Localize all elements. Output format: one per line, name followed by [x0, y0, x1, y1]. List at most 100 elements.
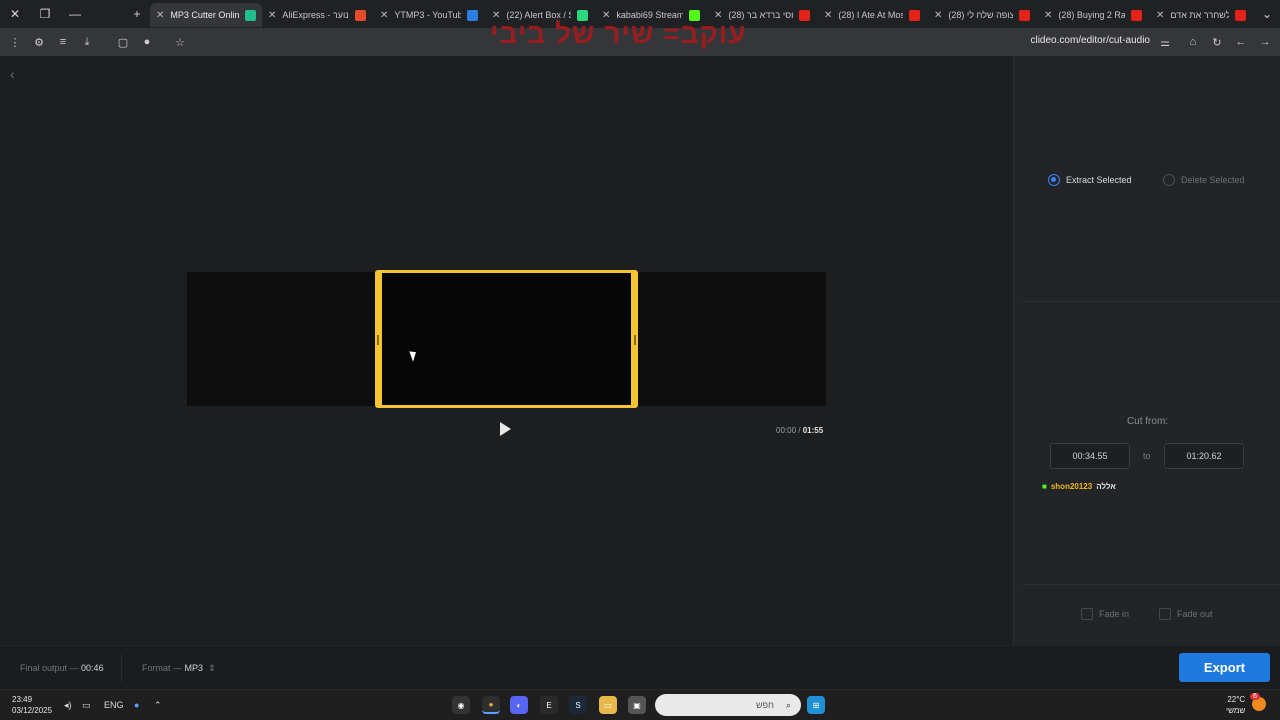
download-icon[interactable]: ⤓ [78, 33, 96, 51]
new-tab-icon[interactable]: + [122, 0, 152, 28]
start-time-input[interactable]: 00:34.55 [1050, 443, 1130, 469]
browser-tab[interactable]: ✕ (28) צופה שלח לי [928, 3, 1036, 27]
export-button[interactable]: Export [1179, 653, 1270, 682]
cut-from-label: Cut from: [1126, 416, 1169, 427]
back-chevron-icon[interactable]: ‹ [10, 66, 15, 82]
file-explorer-app-icon[interactable]: ▭ [599, 696, 617, 714]
extension-icon[interactable]: ⚙ [30, 33, 48, 51]
panel-divider [1022, 301, 1280, 302]
browser-tab[interactable]: ✕ MP3 Cutter Online [150, 3, 262, 27]
steam-app-icon[interactable]: S [569, 696, 587, 714]
extensions-puzzle-icon[interactable]: ▢ [114, 33, 132, 51]
media-control-icon[interactable]: ≡ [54, 33, 72, 51]
restore-window-icon[interactable]: ❐ [30, 0, 60, 28]
format-value[interactable]: MP3 [185, 663, 204, 673]
tab-favicon-icon [1019, 9, 1030, 21]
tab-favicon-icon [245, 9, 256, 21]
close-tab-icon[interactable]: ✕ [934, 10, 942, 21]
tab-title: (28) Buying 2 Ran [1058, 10, 1125, 20]
time-separator: / [798, 426, 801, 435]
close-window-icon[interactable]: ✕ [0, 0, 30, 28]
language-indicator[interactable]: ENG [104, 700, 124, 710]
tray-chevron-icon[interactable]: ⌃ [154, 700, 162, 711]
tab-favicon-icon [1131, 9, 1142, 21]
tab-list-chevron-icon[interactable]: ⌄ [1252, 0, 1280, 28]
output-bar: Final output — 00:46 Format — MP3 ⇕ Expo… [0, 645, 1280, 689]
editor-canvas: ‹ 00:00 / 01:55 [0, 56, 1013, 645]
speaker-icon[interactable]: ◂) [64, 700, 72, 711]
close-tab-icon[interactable]: ✕ [156, 10, 164, 21]
chrome-app-icon[interactable]: ● [482, 696, 500, 714]
minimize-window-icon[interactable]: — [60, 0, 90, 28]
discord-app-icon[interactable]: ◐ [510, 696, 528, 714]
chat-message: אללה [1096, 482, 1116, 491]
browser-tab[interactable]: ✕ AliExpress - ונוער [262, 3, 372, 27]
menu-kebab-icon[interactable]: ⋮ [6, 33, 24, 51]
close-tab-icon[interactable]: ✕ [380, 10, 388, 21]
start-windows-icon[interactable]: ⊞ [807, 696, 825, 714]
fade-out-checkbox[interactable] [1159, 608, 1171, 620]
delete-selected-option[interactable]: Delete Selected [1163, 174, 1245, 186]
extract-selected-option[interactable]: Extract Selected [1048, 174, 1132, 186]
clock[interactable]: 23:49 03/12/2025 [12, 694, 52, 716]
browser-tab[interactable]: ✕ לשחרר את אדם | [1150, 3, 1252, 27]
url-field[interactable]: clideo.com/editor/cut-audio [1030, 35, 1150, 46]
time-readout: 00:00 / 01:55 [776, 426, 823, 435]
taskbar-search[interactable]: חפש ⌕ [655, 694, 801, 716]
taskview-app-icon[interactable]: ▣ [628, 696, 646, 714]
search-icon: ⌕ [785, 699, 791, 710]
close-tab-icon[interactable]: ✕ [1156, 10, 1164, 21]
epic-games-app-icon[interactable]: E [540, 696, 558, 714]
delete-label: Delete Selected [1181, 175, 1245, 185]
weather-widget[interactable]: 22°C שמשי [1226, 694, 1245, 716]
microphone-icon[interactable]: ● [134, 700, 139, 710]
home-icon[interactable]: ⌂ [1184, 33, 1202, 51]
format-label: Format — [142, 663, 183, 673]
close-tab-icon[interactable]: ✕ [268, 10, 276, 21]
delete-radio[interactable] [1163, 174, 1175, 186]
right-handle-grip[interactable] [634, 335, 636, 345]
chat-username: shon20123 [1050, 482, 1093, 491]
extract-radio[interactable] [1048, 174, 1060, 186]
site-settings-icon[interactable]: ⚌ [1156, 33, 1174, 51]
end-time-input[interactable]: 01:20.62 [1164, 443, 1244, 469]
obs-app-icon[interactable]: ◉ [452, 696, 470, 714]
browser-tab[interactable]: ✕ (28) I Ate At Most [818, 3, 926, 27]
close-tab-icon[interactable]: ✕ [824, 10, 832, 21]
fade-in-label: Fade in [1099, 609, 1130, 619]
format-select[interactable]: Format — MP3 ⇕ [142, 663, 216, 674]
left-handle-grip[interactable] [377, 335, 379, 345]
play-icon[interactable] [500, 422, 511, 436]
tab-favicon-icon [909, 9, 920, 21]
browser-tab[interactable]: ✕ YTMP3 - YouTube [374, 3, 484, 27]
clock-time: 23:49 [12, 695, 33, 704]
settings-panel: Extract Selected Delete Selected Cut fro… [1013, 56, 1280, 645]
tab-title: AliExpress - ונוער [282, 10, 349, 20]
fade-out-option[interactable]: Fade out [1159, 608, 1213, 620]
back-icon[interactable]: → [1256, 33, 1274, 51]
network-icon[interactable]: ▭ [82, 700, 91, 711]
extract-label: Extract Selected [1066, 175, 1132, 185]
stream-overlay-text: עוקב= שיר של ביבי [490, 18, 747, 49]
kick-icon: ■ [1042, 482, 1047, 491]
browser-tab[interactable]: ✕ (28) Buying 2 Ran [1038, 3, 1148, 27]
fade-in-option[interactable]: Fade in [1081, 608, 1129, 620]
weather-description: שמשי [1226, 706, 1246, 715]
final-output-value: 00:46 [81, 663, 104, 673]
fade-in-checkbox[interactable] [1081, 608, 1093, 620]
panel-divider [1022, 584, 1280, 585]
reload-icon[interactable]: ↻ [1208, 33, 1226, 51]
tab-favicon-icon [467, 9, 478, 21]
search-placeholder: חפש [755, 700, 774, 710]
tab-favicon-icon [355, 9, 366, 21]
selection-region[interactable] [375, 270, 638, 408]
tab-title: לשחרר את אדם | [1170, 10, 1229, 20]
tab-title: (28) I Ate At Most [838, 10, 903, 20]
current-time: 00:00 [776, 426, 797, 435]
profile-icon[interactable]: ● [138, 33, 156, 51]
format-updown-icon[interactable]: ⇕ [206, 663, 216, 673]
bookmark-star-icon[interactable]: ☆ [171, 33, 189, 51]
forward-icon[interactable]: ← [1232, 33, 1250, 51]
close-tab-icon[interactable]: ✕ [1044, 10, 1052, 21]
to-label: to [1143, 451, 1151, 461]
